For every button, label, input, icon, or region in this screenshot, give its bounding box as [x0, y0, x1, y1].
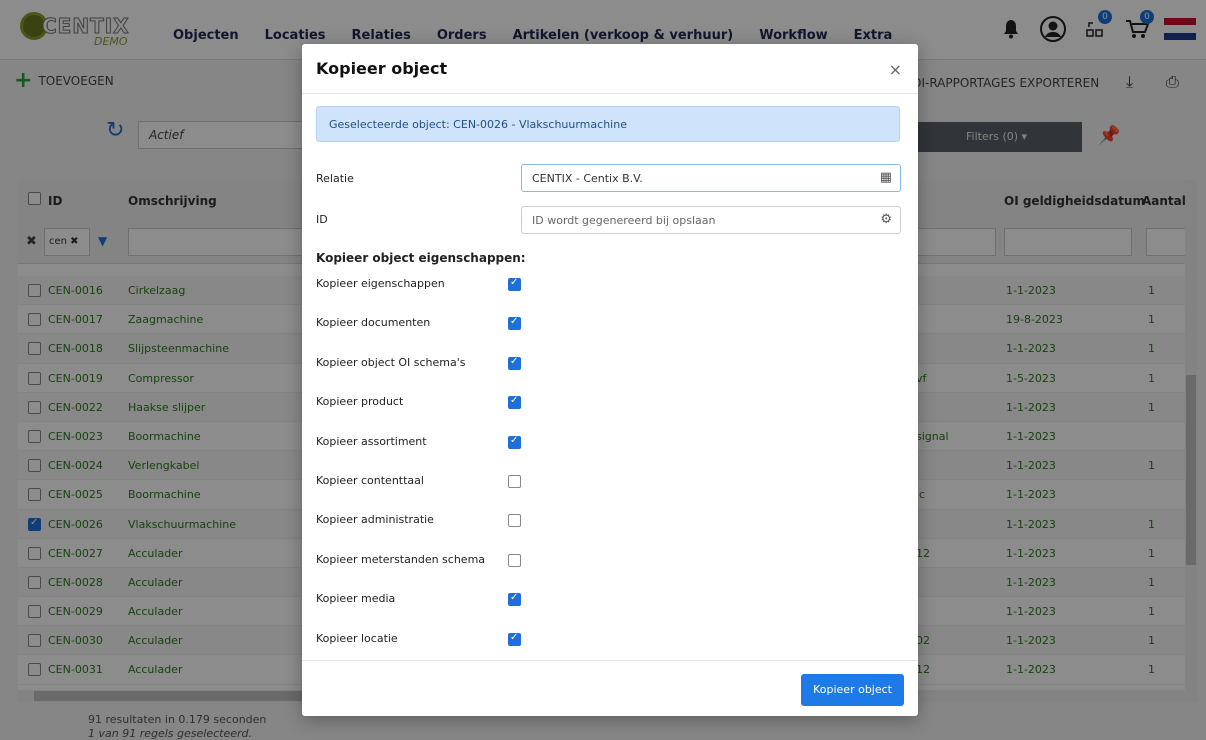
copy-option-label: Kopieer media: [316, 592, 396, 606]
copy-option-label: Kopieer locatie: [316, 631, 398, 645]
relatie-label: Relatie: [316, 172, 354, 185]
copy-option-checkbox[interactable]: [508, 514, 521, 528]
selected-object-info: Geselecteerde object: CEN-0026 - Vlaksch…: [316, 106, 900, 142]
copy-option-checkbox[interactable]: [508, 316, 521, 331]
copy-option-checkbox[interactable]: [508, 435, 521, 449]
id-placeholder: ID wordt gegenereerd bij opslaan: [532, 214, 716, 227]
copy-option-label: Kopieer administratie: [316, 513, 434, 527]
copy-option-label: Kopieer product: [316, 395, 404, 409]
copy-option-label: Kopieer contenttaal: [316, 474, 424, 487]
dialog-header: Kopieer object ×: [302, 44, 918, 94]
copy-properties-title: Kopieer object eigenschappen:: [316, 251, 526, 265]
id-field[interactable]: ID wordt gegenereerd bij opslaan ⚙: [521, 206, 901, 234]
copy-option-checkbox[interactable]: [508, 277, 521, 291]
close-icon[interactable]: ×: [889, 60, 902, 79]
dialog-footer: Kopieer object: [302, 660, 918, 716]
id-label: ID: [316, 213, 328, 226]
copy-option-checkbox[interactable]: [508, 475, 521, 488]
copy-option-checkbox[interactable]: [508, 632, 521, 646]
relatie-value: CENTIX - Centix B.V.: [532, 172, 643, 185]
relation-lookup-icon[interactable]: ▦: [880, 170, 892, 185]
copy-option-checkbox[interactable]: [508, 356, 521, 370]
copy-object-button[interactable]: Kopieer object: [801, 674, 904, 706]
copy-option-label: Kopieer meterstanden schema: [316, 552, 486, 566]
copy-option-checkbox[interactable]: [508, 553, 521, 567]
copy-option-label: Kopieer assortiment: [316, 434, 427, 448]
relatie-field[interactable]: CENTIX - Centix B.V. ▦: [521, 164, 901, 192]
generate-id-icon[interactable]: ⚙: [880, 212, 892, 227]
copy-option-label: Kopieer eigenschappen: [316, 277, 445, 290]
copy-option-checkbox[interactable]: [508, 592, 521, 607]
dialog-title: Kopieer object: [316, 59, 448, 78]
copy-object-dialog: Kopieer object × Geselecteerde object: C…: [302, 44, 918, 716]
copy-option-label: Kopieer object OI schema's: [316, 355, 466, 369]
copy-option-checkbox[interactable]: [508, 395, 521, 410]
copy-option-label: Kopieer documenten: [316, 316, 431, 330]
